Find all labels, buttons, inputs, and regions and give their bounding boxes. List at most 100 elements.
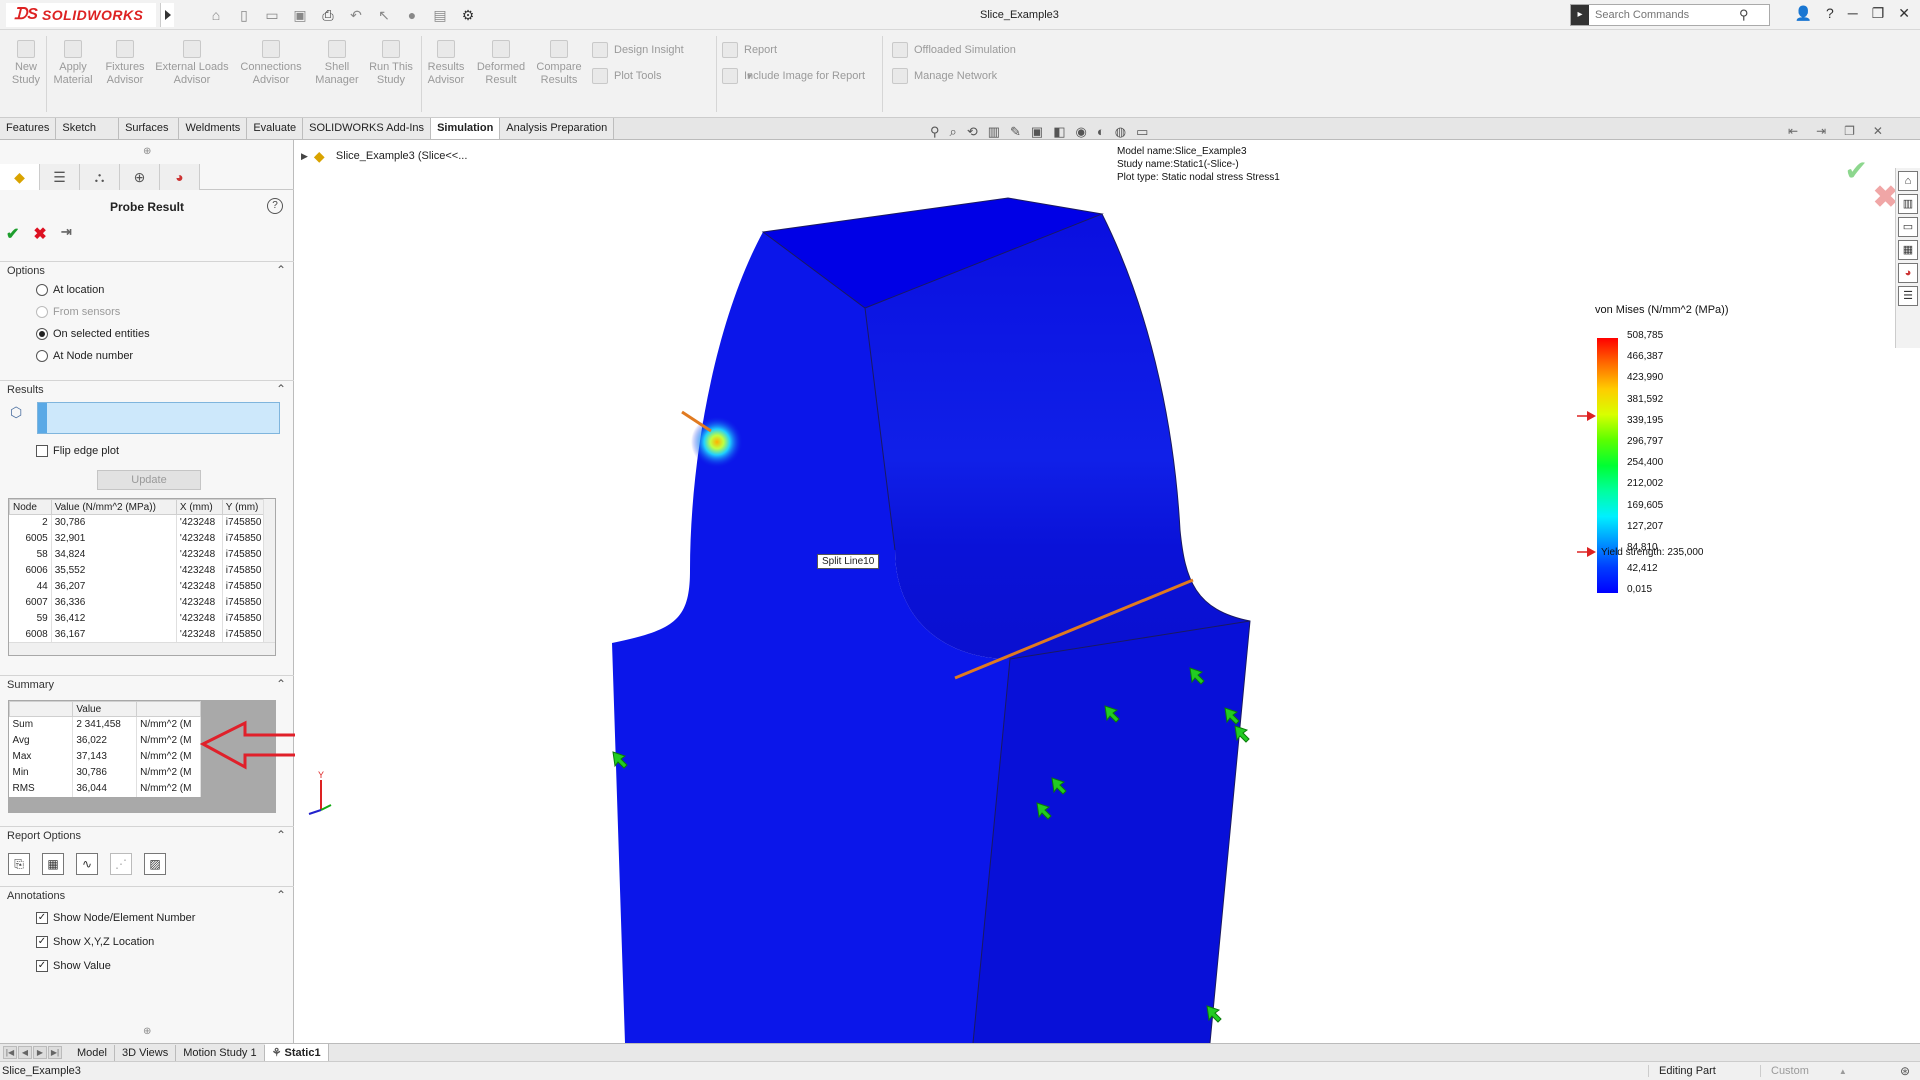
tab-addins[interactable]: SOLIDWORKS Add-Ins <box>303 118 432 139</box>
custom-properties-icon[interactable]: ☰ <box>1898 286 1918 306</box>
cancel-x-icon[interactable]: ✖ <box>33 224 46 244</box>
solidworks-logo[interactable]: ᗪS SOLIDWORKS <box>6 3 156 27</box>
option-on-selected-entities[interactable]: On selected entities <box>36 328 150 340</box>
tab-features[interactable]: Features <box>0 118 57 139</box>
tab-static1[interactable]: ⚘ Static1 <box>264 1044 329 1061</box>
collapse-right-icon[interactable]: ⇥ <box>1816 124 1826 138</box>
new-document-icon[interactable]: ▯ <box>233 6 255 24</box>
save-image-icon[interactable]: ▨ <box>144 853 166 875</box>
connections-advisor-button[interactable]: Connections Advisor <box>236 40 306 87</box>
tab-model[interactable]: Model <box>70 1044 115 1061</box>
show-xyz-location-checkbox[interactable]: ✓ <box>36 936 48 948</box>
show-node-number-option[interactable]: ✓ Show Node/Element Number <box>36 912 195 924</box>
restore-icon[interactable]: ❐ <box>1872 5 1885 22</box>
print-icon[interactable]: ⎙ <box>317 6 339 24</box>
next-tab-icon[interactable]: ▶ <box>33 1046 47 1059</box>
table-row[interactable]: 6008 36,167'423248 i745850 <box>9 626 275 643</box>
close-view-icon[interactable]: ✕ <box>1873 124 1883 138</box>
chevron-up-icon[interactable]: ⌃ <box>276 677 286 691</box>
view-settings-icon[interactable]: ▭ <box>1136 124 1148 140</box>
configuration-manager-tab[interactable]: ⛬ <box>80 164 120 190</box>
tab-surfaces[interactable]: Surfaces <box>119 118 180 139</box>
rebuild-icon[interactable]: ● <box>401 6 423 24</box>
help-icon[interactable]: ? <box>1826 5 1834 22</box>
table-row[interactable]: 2 30,786'423248 i745850 <box>9 514 275 531</box>
report-button[interactable]: Report <box>722 42 777 58</box>
help-icon[interactable]: ? <box>267 198 283 214</box>
user-icon[interactable]: 👤 <box>1795 5 1812 22</box>
property-manager-tab[interactable]: ☰ <box>40 164 80 190</box>
prev-tab-icon[interactable]: ◀ <box>18 1046 32 1059</box>
confirm-ok-icon[interactable]: ✔ <box>1845 154 1868 187</box>
search-icon[interactable]: ⚲ <box>1739 7 1749 23</box>
units-dropdown-icon[interactable]: ▲ <box>1839 1067 1847 1076</box>
option-at-location[interactable]: At location <box>36 284 104 296</box>
results-advisor-button[interactable]: Results Advisor <box>424 40 468 87</box>
save-csv-icon[interactable]: ▦ <box>42 853 64 875</box>
restore-view-icon[interactable]: ❐ <box>1844 124 1855 138</box>
chevron-up-icon[interactable]: ⌃ <box>276 382 286 396</box>
table-row[interactable]: 6006 35,552'423248 i745850 <box>9 562 275 579</box>
table-row[interactable]: 44 36,207'423248 i745850 <box>9 578 275 595</box>
display-style-icon[interactable]: ◧ <box>1053 124 1065 140</box>
view-orientation-icon[interactable]: ▣ <box>1031 124 1043 140</box>
split-line-label[interactable]: Split Line10 <box>817 554 880 569</box>
last-tab-icon[interactable]: ▶| <box>48 1046 62 1059</box>
file-properties-icon[interactable]: ▤ <box>429 6 451 24</box>
ok-checkmark-icon[interactable]: ✔ <box>6 224 19 244</box>
deformed-result-button[interactable]: Deformed Result <box>474 40 528 87</box>
units-selector[interactable]: Custom ▲ <box>1760 1065 1880 1077</box>
dynamic-annotation-icon[interactable]: ✎ <box>1010 124 1021 140</box>
horizontal-scrollbar[interactable] <box>9 642 275 655</box>
file-explorer-icon[interactable]: ▭ <box>1898 217 1918 237</box>
chevron-up-icon[interactable]: ⌃ <box>276 888 286 902</box>
home-icon[interactable]: ⌂ <box>1898 171 1918 191</box>
flip-edge-plot-checkbox[interactable] <box>36 445 48 457</box>
apply-scene-icon[interactable]: ◍ <box>1115 124 1126 140</box>
report-options-section-header[interactable]: Report Options ⌃ <box>0 826 294 844</box>
selected-entities-field[interactable] <box>37 402 280 434</box>
update-button[interactable]: Update <box>97 470 201 490</box>
tab-weldments[interactable]: Weldments <box>179 118 248 139</box>
show-value-option[interactable]: ✓ Show Value <box>36 960 111 972</box>
external-loads-advisor-button[interactable]: External Loads Advisor <box>154 40 230 87</box>
first-tab-icon[interactable]: |◀ <box>3 1046 17 1059</box>
summary-section-header[interactable]: Summary ⌃ <box>0 675 294 693</box>
manage-network-button[interactable]: Manage Network <box>892 68 997 84</box>
save-data-icon[interactable]: ⎘ <box>8 853 30 875</box>
option-at-node-number[interactable]: At Node number <box>36 350 133 362</box>
feature-manager-tab[interactable]: ◆ <box>0 164 40 190</box>
fixtures-advisor-button[interactable]: Fixtures Advisor <box>102 40 148 87</box>
search-input[interactable] <box>1589 9 1739 21</box>
open-folder-icon[interactable]: ▭ <box>261 6 283 24</box>
options-gear-icon[interactable]: ⚙ <box>457 6 479 24</box>
graphics-area[interactable]: ▶ ◆ Slice_Example3 (Slice<<... Model nam… <box>295 140 1920 1043</box>
table-row[interactable]: 59 36,412'423248 i745850 <box>9 610 275 627</box>
menu-expand-arrow[interactable] <box>160 3 174 27</box>
status-feedback-icon[interactable]: ⊛ <box>1900 1064 1910 1078</box>
pane-grip-icon[interactable]: ⊕ <box>143 146 151 157</box>
new-study-button[interactable]: New Study <box>8 40 44 87</box>
radio-on-selected-entities[interactable] <box>36 328 48 340</box>
table-row[interactable]: 58 34,824'423248 i745850 <box>9 546 275 563</box>
pushpin-icon[interactable]: ⇥ <box>61 224 72 244</box>
show-xyz-location-option[interactable]: ✓ Show X,Y,Z Location <box>36 936 154 948</box>
radio-at-location[interactable] <box>36 284 48 296</box>
view-palette-icon[interactable]: ▦ <box>1898 240 1918 260</box>
table-row[interactable]: 6007 36,336'423248 i745850 <box>9 594 275 611</box>
pane-grip-bottom-icon[interactable]: ⊕ <box>143 1026 151 1037</box>
zoom-area-icon[interactable]: ⌕ <box>950 124 957 140</box>
results-section-header[interactable]: Results ⌃ <box>0 380 294 398</box>
design-insight-button[interactable]: Design Insight <box>592 42 684 58</box>
plot-graph-icon[interactable]: ∿ <box>76 853 98 875</box>
radio-at-node-number[interactable] <box>36 350 48 362</box>
close-icon[interactable]: ✕ <box>1898 5 1910 22</box>
column-header[interactable]: Value (N/mm^2 (MPa)) <box>50 499 177 515</box>
shell-manager-button[interactable]: Shell Manager <box>312 40 362 87</box>
compare-results-button[interactable]: Compare Results <box>534 40 584 87</box>
appearances-icon[interactable]: ◕ <box>1898 263 1918 283</box>
display-manager-tab[interactable]: ◕ <box>160 164 200 190</box>
tab-evaluate[interactable]: Evaluate <box>247 118 304 139</box>
tab-analysis-preparation[interactable]: Analysis Preparation <box>500 118 615 139</box>
show-value-checkbox[interactable]: ✓ <box>36 960 48 972</box>
